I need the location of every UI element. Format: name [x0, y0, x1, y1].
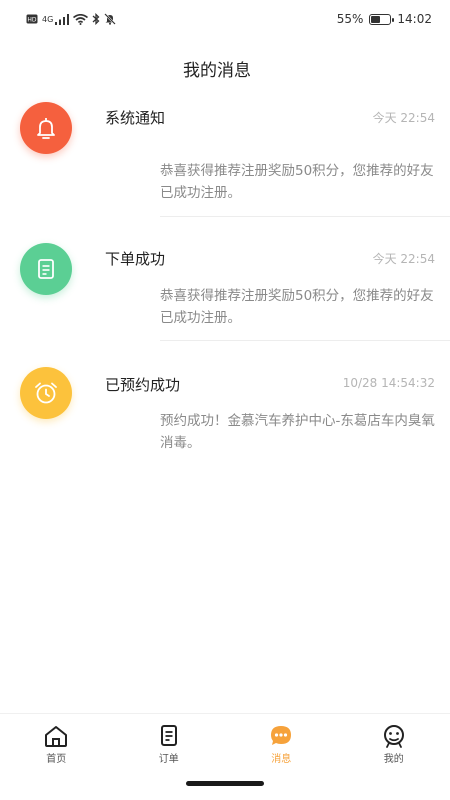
tab-messages[interactable]: 消息	[225, 714, 338, 776]
tab-home[interactable]: 首页	[0, 714, 113, 776]
status-left: HD 4G	[26, 13, 117, 25]
message-body: 恭喜获得推荐注册奖励50积分，您推荐的好友已成功注册。	[160, 288, 434, 326]
alarm-clock-icon	[35, 382, 57, 404]
message-item-appointment-success[interactable]: 已预约成功 10/28 14:54:32 预约成功！金慕汽车养护中心-东葛店车内…	[0, 356, 450, 486]
message-divider	[160, 216, 450, 217]
battery-percent: 55%	[336, 12, 364, 26]
signal-icon	[55, 13, 70, 25]
hd-icon: HD	[26, 14, 38, 24]
tab-orders[interactable]: 订单	[113, 714, 226, 776]
tab-label: 消息	[271, 754, 292, 765]
tab-profile[interactable]: 我的	[338, 714, 450, 776]
message-avatar	[20, 102, 72, 154]
message-time: 10/28 14:54:32	[342, 376, 435, 390]
message-body: 恭喜获得推荐注册奖励50积分，您推荐的好友已成功注册。	[160, 163, 434, 201]
home-icon	[45, 726, 68, 747]
message-avatar	[20, 367, 72, 419]
bottom-tab-bar: 首页 订单 消息 我的	[0, 713, 450, 776]
tab-label: 我的	[383, 754, 404, 765]
battery-icon	[369, 13, 395, 25]
page-title: 我的消息	[183, 61, 251, 81]
message-avatar	[20, 243, 72, 295]
message-divider	[160, 340, 450, 341]
message-time: 今天 22:54	[372, 252, 435, 266]
tab-label: 订单	[158, 754, 179, 765]
wifi-icon	[73, 13, 89, 25]
message-time: 今天 22:54	[372, 111, 435, 125]
status-bar: HD 4G 55% 14:02	[0, 0, 450, 38]
clock: 14:02	[397, 12, 432, 26]
message-body: 预约成功！金慕汽车养护中心-东葛店车内臭氧消毒。	[160, 413, 435, 451]
order-icon	[160, 725, 177, 746]
message-icon	[271, 726, 292, 745]
message-item-order-success[interactable]: 下单成功 今天 22:54 恭喜获得推荐注册奖励50积分，您推荐的好友已成功注册…	[0, 226, 450, 356]
message-title: 已预约成功	[105, 376, 181, 394]
status-right: 55% 14:02	[337, 12, 432, 26]
bell-icon	[37, 118, 55, 139]
tab-label: 首页	[46, 754, 67, 765]
profile-icon	[383, 725, 404, 748]
message-list: 系统通知 今天 22:54 恭喜获得推荐注册奖励50积分，您推荐的好友已成功注册…	[0, 100, 450, 486]
message-item-system-notice[interactable]: 系统通知 今天 22:54 恭喜获得推荐注册奖励50积分，您推荐的好友已成功注册…	[0, 100, 450, 226]
message-title: 下单成功	[105, 250, 166, 268]
home-indicator[interactable]	[186, 781, 264, 786]
message-title: 系统通知	[105, 109, 166, 127]
network-label: 4G	[42, 14, 54, 24]
svg-text:HD: HD	[27, 17, 37, 24]
bluetooth-icon	[92, 13, 100, 25]
order-icon	[38, 259, 54, 279]
mute-bell-icon	[104, 13, 117, 25]
